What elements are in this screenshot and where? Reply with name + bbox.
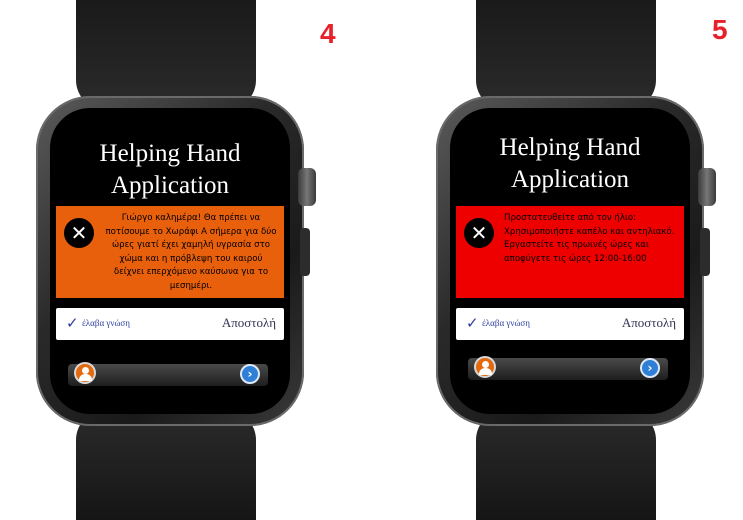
watch-screen: Helping Hand Application ✕ Γιώργο καλημέ… xyxy=(50,108,290,414)
bottom-nav-bar: › xyxy=(68,362,268,386)
close-x-icon[interactable]: ✕ xyxy=(64,218,94,248)
digital-crown[interactable] xyxy=(698,168,716,206)
side-button[interactable] xyxy=(300,228,310,276)
acknowledge-row: ✓ έλαβα γνώση Αποστολή xyxy=(456,308,684,340)
send-button[interactable]: Αποστολή xyxy=(222,315,276,331)
alert-box: ✕ Προστατευθείτε από τον ήλιο: Χρησιμοπο… xyxy=(456,206,684,298)
alert-message: Προστατευθείτε από τον ήλιο: Χρησιμοποιή… xyxy=(504,213,675,264)
watch-band-top xyxy=(76,0,256,110)
smartwatch-panel-5: Helping Hand Application ✕ Προστατευθείτ… xyxy=(406,0,736,520)
watch-band-bottom xyxy=(76,410,256,520)
acknowledge-row: ✓ έλαβα γνώση Αποστολή xyxy=(56,308,284,340)
user-avatar-icon[interactable] xyxy=(74,362,96,384)
close-x-icon[interactable]: ✕ xyxy=(464,218,494,248)
send-button[interactable]: Αποστολή xyxy=(622,315,676,331)
watch-band-top xyxy=(476,0,656,110)
checkmark-icon[interactable]: ✓ xyxy=(66,314,79,332)
checkmark-icon[interactable]: ✓ xyxy=(466,314,479,332)
user-avatar-icon[interactable] xyxy=(474,356,496,378)
alert-box: ✕ Γιώργο καλημέρα! Θα πρέπει να ποτίσουμ… xyxy=(56,206,284,298)
app-title-line1: Helping Hand xyxy=(499,134,641,161)
app-title-line2: Application xyxy=(110,172,230,199)
digital-crown[interactable] xyxy=(298,168,316,206)
acknowledge-label[interactable]: έλαβα γνώση xyxy=(82,318,130,328)
watch-screen: Helping Hand Application ✕ Προστατευθείτ… xyxy=(450,108,690,414)
alert-message: Γιώργο καλημέρα! Θα πρέπει να ποτίσουμε … xyxy=(105,213,277,291)
side-button[interactable] xyxy=(700,228,710,276)
smartwatch-panel-4: Helping Hand Application ✕ Γιώργο καλημέ… xyxy=(6,0,336,520)
watch-band-bottom xyxy=(476,410,656,520)
app-title-line1: Helping Hand xyxy=(99,140,241,167)
next-arrow-icon[interactable]: › xyxy=(240,364,260,384)
acknowledge-label[interactable]: έλαβα γνώση xyxy=(482,318,530,328)
next-arrow-icon[interactable]: › xyxy=(640,358,660,378)
app-title-line2: Application xyxy=(510,166,630,193)
bottom-nav-bar: › xyxy=(468,356,668,380)
